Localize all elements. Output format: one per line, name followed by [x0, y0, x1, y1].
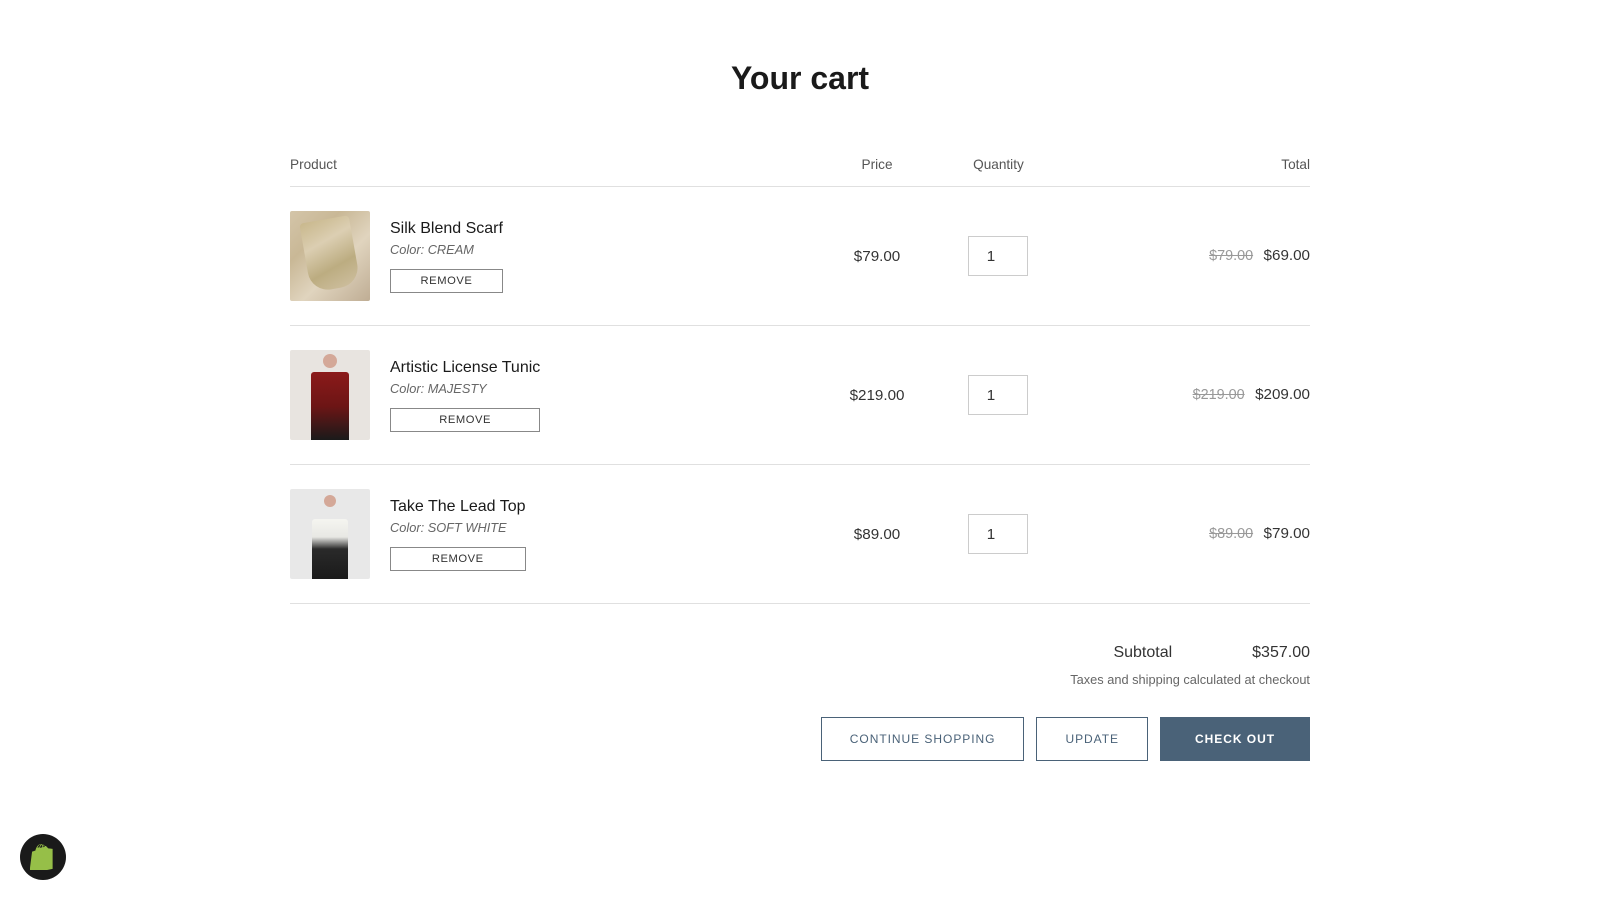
original-price: $89.00	[1209, 526, 1253, 542]
quantity-input[interactable]	[968, 375, 1028, 415]
cart-footer: Subtotal $357.00 Taxes and shipping calc…	[290, 644, 1310, 761]
sale-price: $209.00	[1255, 386, 1310, 403]
continue-shopping-button[interactable]: CONTINUE SHOPPING	[821, 717, 1025, 761]
total-cell: $79.00 $69.00	[1062, 187, 1310, 326]
total-cell: $89.00 $79.00	[1062, 465, 1310, 604]
subtotal-label: Subtotal	[1113, 644, 1172, 662]
header-product: Product	[290, 147, 819, 187]
product-image	[290, 211, 370, 301]
price-cell: $219.00	[819, 326, 935, 465]
product-name: Take The Lead Top	[390, 498, 526, 516]
remove-button[interactable]: REMOVE	[390, 547, 526, 571]
price-cell: $79.00	[819, 187, 935, 326]
product-image	[290, 489, 370, 579]
product-color: Color: SOFT WHITE	[390, 520, 526, 535]
remove-button[interactable]: REMOVE	[390, 269, 503, 293]
price-cell: $89.00	[819, 465, 935, 604]
product-name: Silk Blend Scarf	[390, 220, 503, 238]
product-info: Silk Blend Scarf Color: CREAM REMOVE	[390, 220, 503, 293]
sale-price: $69.00	[1264, 247, 1310, 264]
remove-button[interactable]: REMOVE	[390, 408, 540, 432]
update-button[interactable]: UPDATE	[1036, 717, 1148, 761]
original-price: $79.00	[1209, 248, 1253, 264]
table-row: Artistic License Tunic Color: MAJESTY RE…	[290, 326, 1310, 465]
subtotal-row: Subtotal $357.00	[290, 644, 1310, 672]
quantity-input[interactable]	[968, 236, 1028, 276]
table-row: Silk Blend Scarf Color: CREAM REMOVE $79…	[290, 187, 1310, 326]
header-quantity: Quantity	[935, 147, 1062, 187]
subtotal-amount: $357.00	[1252, 644, 1310, 662]
shopify-badge[interactable]: S	[20, 834, 66, 880]
quantity-cell	[935, 465, 1062, 604]
product-image	[290, 350, 370, 440]
tax-note: Taxes and shipping calculated at checkou…	[290, 672, 1310, 687]
product-info: Artistic License Tunic Color: MAJESTY RE…	[390, 359, 540, 432]
quantity-cell	[935, 326, 1062, 465]
product-cell: Take The Lead Top Color: SOFT WHITE REMO…	[290, 489, 819, 579]
action-buttons: CONTINUE SHOPPING UPDATE CHECK OUT	[290, 717, 1310, 761]
product-name: Artistic License Tunic	[390, 359, 540, 377]
product-color: Color: CREAM	[390, 242, 503, 257]
total-cell: $219.00 $209.00	[1062, 326, 1310, 465]
header-price: Price	[819, 147, 935, 187]
original-price: $219.00	[1193, 387, 1245, 403]
product-cell: Silk Blend Scarf Color: CREAM REMOVE	[290, 211, 819, 301]
header-total: Total	[1062, 147, 1310, 187]
product-cell: Artistic License Tunic Color: MAJESTY RE…	[290, 350, 819, 440]
cart-table: Product Price Quantity Total Silk Blend …	[290, 147, 1310, 604]
quantity-input[interactable]	[968, 514, 1028, 554]
checkout-button[interactable]: CHECK OUT	[1160, 717, 1310, 761]
product-color: Color: MAJESTY	[390, 381, 540, 396]
svg-text:S: S	[36, 851, 45, 866]
quantity-cell	[935, 187, 1062, 326]
sale-price: $79.00	[1264, 525, 1310, 542]
table-row: Take The Lead Top Color: SOFT WHITE REMO…	[290, 465, 1310, 604]
page-title: Your cart	[290, 60, 1310, 97]
product-info: Take The Lead Top Color: SOFT WHITE REMO…	[390, 498, 526, 571]
